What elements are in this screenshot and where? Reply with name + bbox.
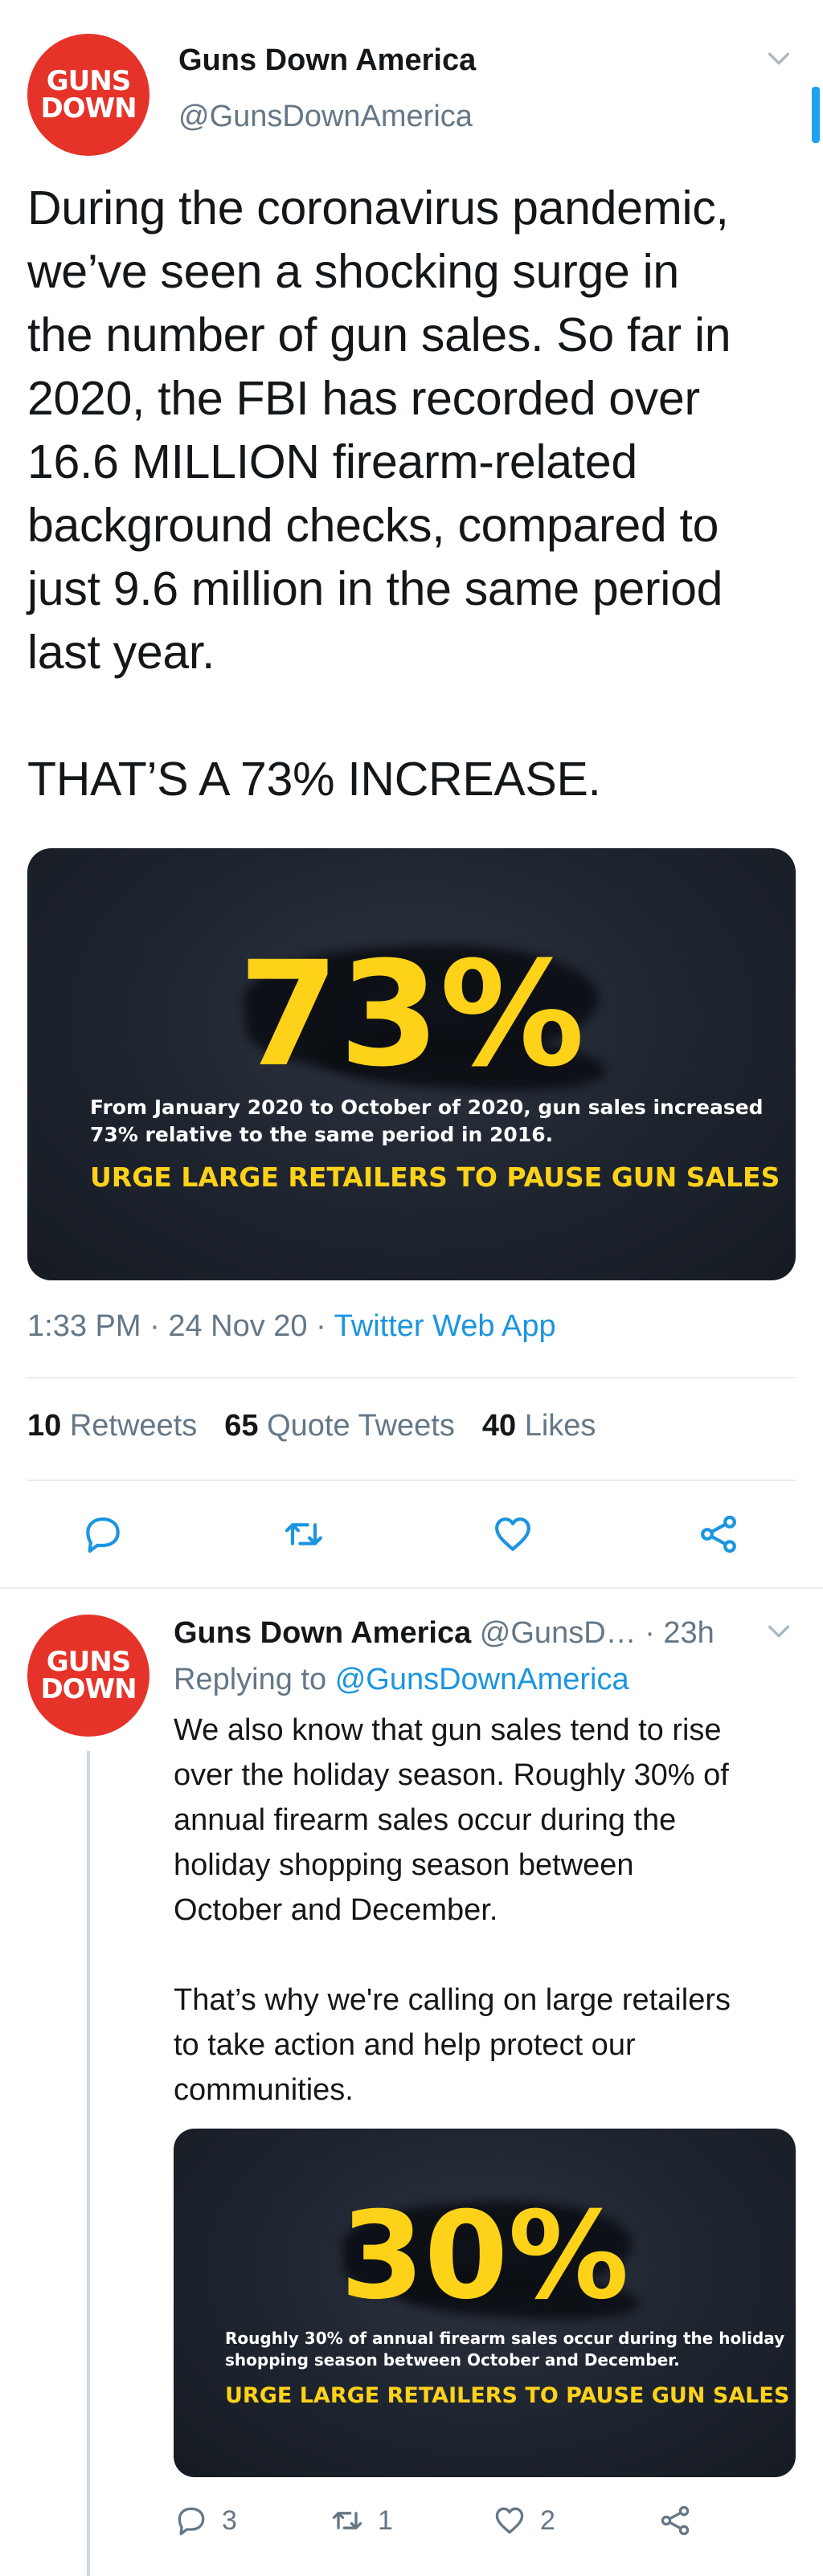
- reply-header: Guns Down America @GunsD… · 23h: [174, 1616, 714, 1651]
- quote-tweets-stat[interactable]: 65 Quote Tweets: [224, 1409, 455, 1443]
- reply-icon: [178, 2507, 205, 2536]
- tweet-age: · 23h: [645, 1616, 714, 1650]
- scrollbar[interactable]: [812, 87, 820, 143]
- share-icon[interactable]: [696, 1512, 741, 1557]
- retweet-action[interactable]: 1: [330, 2500, 393, 2541]
- like-icon: [495, 2507, 524, 2534]
- divider: [27, 1480, 796, 1481]
- avatar-text-line2: DOWN: [40, 92, 137, 125]
- quote-tweets-label: Quote Tweets: [267, 1409, 455, 1443]
- share-icon: [661, 2505, 690, 2536]
- retweet-count: 1: [378, 2505, 393, 2536]
- media-call-to-action: URGE LARGE RETAILERS TO PAUSE GUN SALES: [90, 1161, 780, 1193]
- display-name[interactable]: Guns Down America: [178, 43, 476, 78]
- media-caption-line: Roughly 30% of annual firearm sales occu…: [225, 2329, 785, 2348]
- media-big-number: 73%: [238, 931, 585, 1099]
- like-action[interactable]: 2: [492, 2500, 555, 2541]
- tweet-media-image[interactable]: 73% From January 2020 to October of 2020…: [27, 848, 796, 1280]
- media-big-number: 30%: [340, 2186, 629, 2326]
- quote-tweets-count: 65: [224, 1409, 259, 1443]
- media-caption-line: From January 2020 to October of 2020, gu…: [90, 1096, 764, 1119]
- likes-stat[interactable]: 40 Likes: [482, 1409, 596, 1443]
- retweet-icon[interactable]: [281, 1512, 326, 1557]
- media-call-to-action: URGE LARGE RETAILERS TO PAUSE GUN SALES: [225, 2383, 790, 2408]
- avatar[interactable]: GUNS DOWN: [27, 1615, 149, 1737]
- retweets-label: Retweets: [69, 1409, 198, 1443]
- user-handle[interactable]: @GunsDownAmerica: [178, 100, 473, 134]
- avatar-text-line1: GUNS: [46, 65, 131, 97]
- separator-dot: ·: [149, 1309, 169, 1343]
- separator-dot: ·: [316, 1309, 334, 1343]
- display-name[interactable]: Guns Down America: [174, 1616, 471, 1650]
- replying-to-handle[interactable]: @GunsDownAmerica: [335, 1663, 629, 1696]
- like-icon[interactable]: [490, 1512, 535, 1557]
- chevron-down-icon[interactable]: [765, 45, 792, 72]
- avatar-text-line2: DOWN: [40, 1673, 137, 1705]
- tweet-media-image[interactable]: 30% Roughly 30% of annual firearm sales …: [174, 2129, 796, 2477]
- avatar-text-line1: GUNS: [46, 1646, 131, 1678]
- tweet-source-link[interactable]: Twitter Web App: [334, 1309, 556, 1343]
- divider: [27, 1377, 796, 1378]
- likes-count: 40: [481, 1409, 517, 1443]
- thread-line: [87, 1751, 90, 2576]
- tweet-text: During the coronavirus pandemic, we’ve s…: [27, 182, 731, 806]
- reply-action[interactable]: 3: [174, 2500, 237, 2541]
- retweet-icon: [332, 2512, 362, 2529]
- tweet-separator: [0, 1587, 823, 1589]
- chevron-down-icon[interactable]: [765, 1618, 792, 1645]
- retweets-count: 10: [27, 1409, 62, 1443]
- share-action[interactable]: [657, 2500, 693, 2541]
- retweets-stat[interactable]: 10 Retweets: [27, 1409, 197, 1443]
- media-caption-line: 73% relative to the same period in 2016.: [90, 1123, 554, 1146]
- engagement-stats: 10 Retweets 65 Quote Tweets 40 Likes: [27, 1409, 596, 1443]
- media-caption-line: shopping season between October and Dece…: [225, 2350, 680, 2370]
- user-handle[interactable]: @GunsD…: [480, 1616, 637, 1650]
- tweet-time[interactable]: 1:33 PM: [27, 1309, 141, 1343]
- replying-to-label: Replying to: [174, 1663, 327, 1696]
- replying-to: Replying to @GunsDownAmerica: [174, 1663, 629, 1697]
- tweet-date[interactable]: 24 Nov 20: [168, 1309, 307, 1343]
- reply-count: 3: [222, 2505, 237, 2536]
- like-count: 2: [540, 2505, 555, 2536]
- tweet-timestamp-row: 1:33 PM · 24 Nov 20 · Twitter Web App: [27, 1309, 556, 1344]
- likes-label: Likes: [524, 1409, 596, 1443]
- reply-icon[interactable]: [80, 1512, 125, 1557]
- tweet-text: We also know that gun sales tend to rise…: [174, 1713, 731, 2107]
- avatar[interactable]: GUNS DOWN: [27, 34, 149, 156]
